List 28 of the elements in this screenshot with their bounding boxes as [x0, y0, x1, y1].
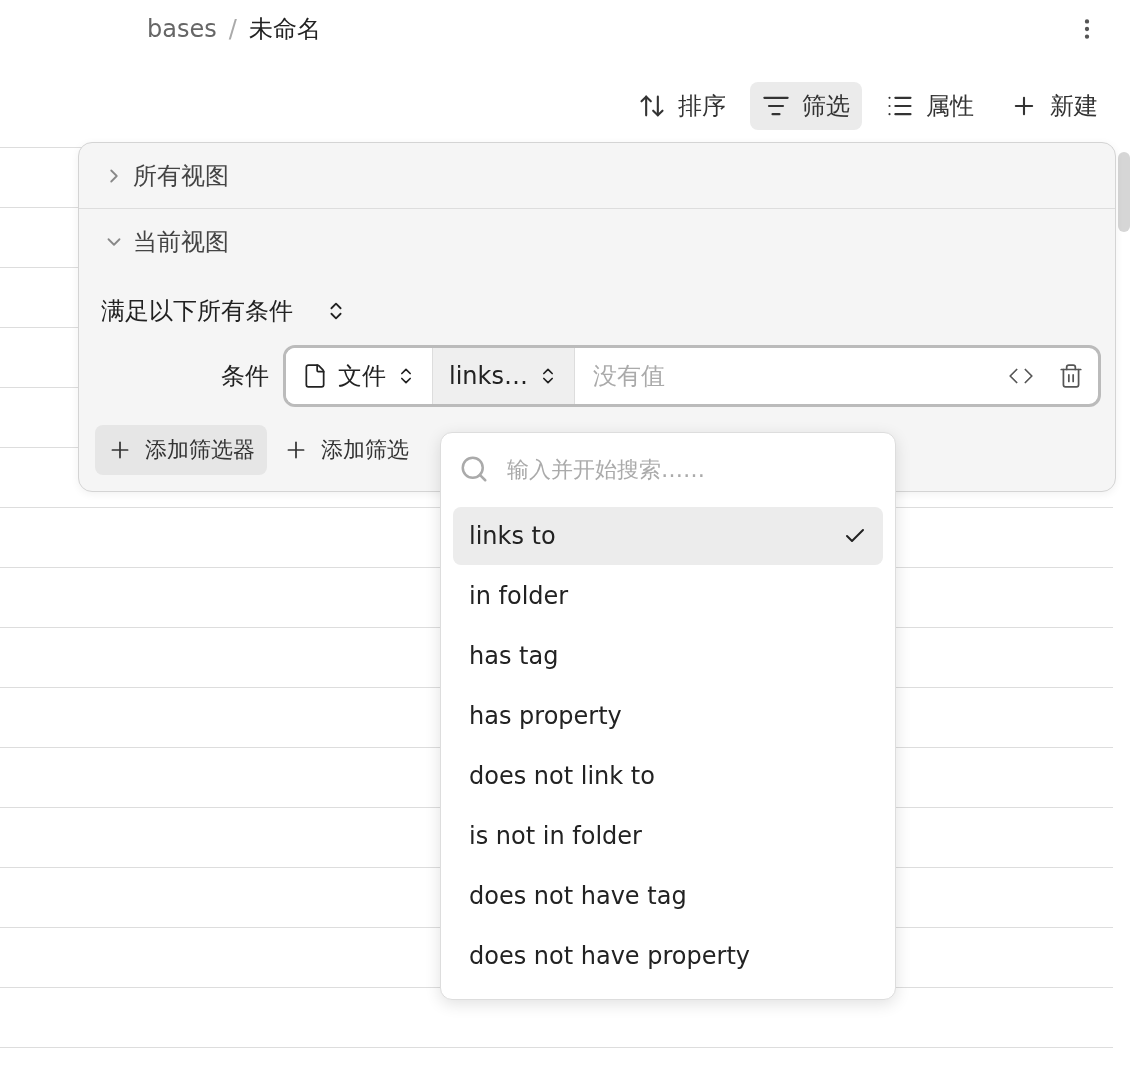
condition-label: 条件 [220, 361, 269, 392]
toolbar-button[interactable]: 新建 [998, 82, 1110, 130]
breadcrumb-link[interactable]: bases [147, 15, 217, 43]
dropdown-option[interactable]: has tag [453, 627, 883, 685]
dropdown-option[interactable]: does not have tag [453, 867, 883, 925]
search-icon [459, 454, 489, 484]
breadcrumb-current: 未命名 [248, 14, 321, 45]
conjunction-select[interactable]: 满足以下所有条件 [95, 285, 353, 337]
toolbar-button[interactable]: 筛选 [750, 82, 862, 130]
section-header[interactable]: 所有视图 [79, 143, 1115, 209]
dropdown-option[interactable]: is not in folder [453, 807, 883, 865]
file-icon [302, 363, 328, 389]
toolbar-button[interactable]: 属性 [874, 82, 986, 130]
add-filter-button[interactable]: 添加筛选 [271, 425, 421, 475]
property-select[interactable]: 文件 [286, 348, 433, 404]
scrollbar-thumb[interactable] [1118, 152, 1130, 232]
dropdown-option[interactable]: in folder [453, 567, 883, 625]
value-input[interactable]: 没有值 [590, 361, 984, 391]
dropdown-option[interactable]: does not link to [453, 747, 883, 805]
add-filter-button[interactable]: 添加筛选器 [95, 425, 267, 475]
operator-select[interactable]: links… [433, 348, 575, 404]
breadcrumb-separator: / [228, 15, 237, 43]
dropdown-option[interactable]: links to [453, 507, 883, 565]
dropdown-option[interactable]: has property [453, 687, 883, 745]
trash-icon[interactable] [1058, 363, 1084, 389]
section-header[interactable]: 当前视图 [79, 209, 1115, 275]
toolbar-button[interactable]: 排序 [626, 82, 738, 130]
dropdown-option[interactable]: does not have property [453, 927, 883, 985]
